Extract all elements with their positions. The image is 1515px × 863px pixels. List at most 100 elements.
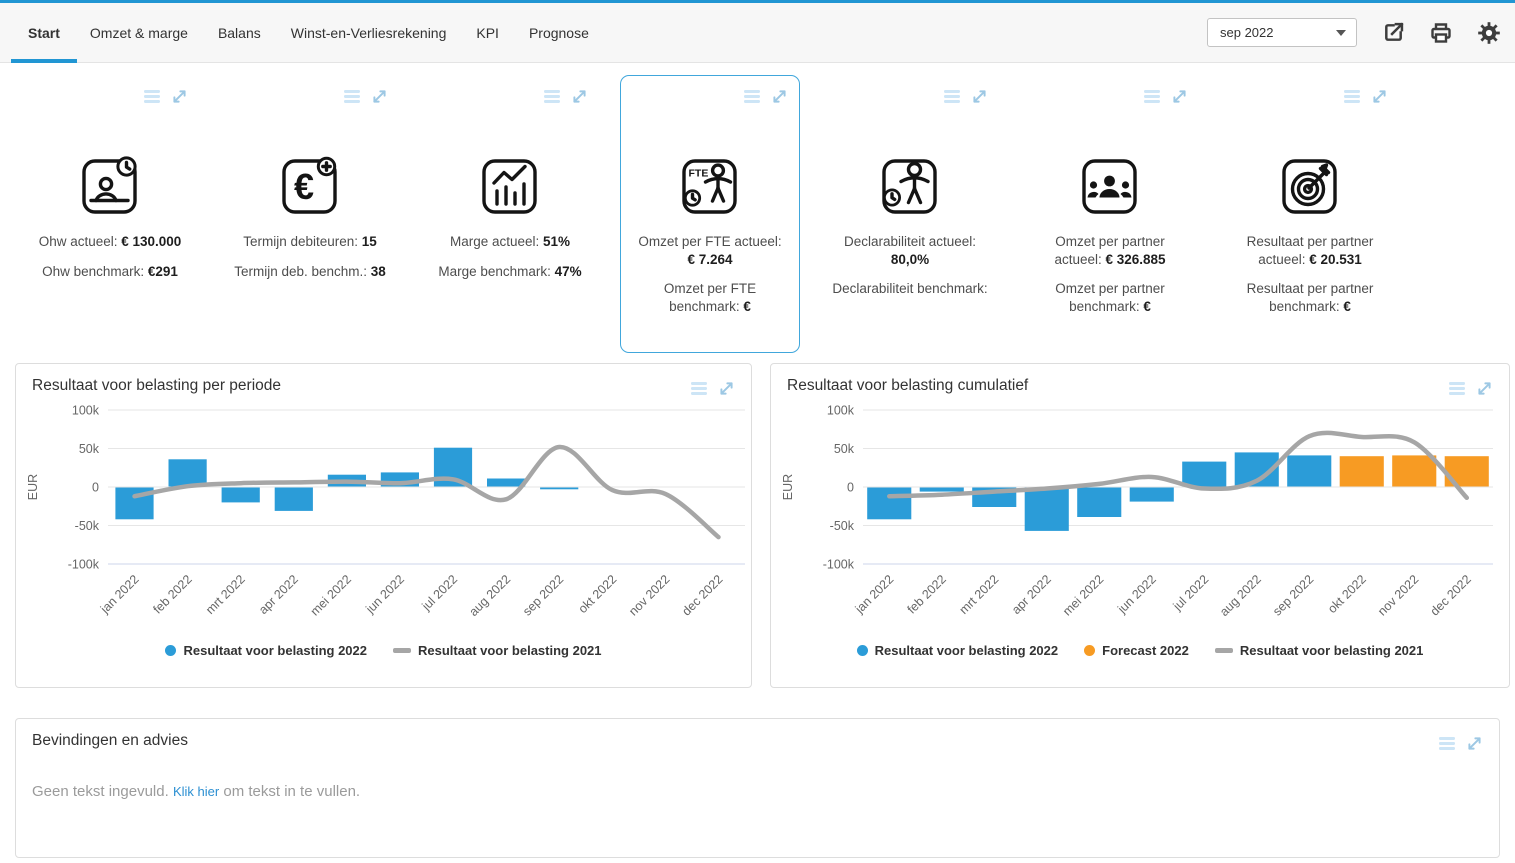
legend-dot-marker — [857, 645, 868, 656]
kpi-card-termijn-debiteuren[interactable]: € Termijn debiteuren: 15Termijn deb. ben… — [210, 75, 410, 353]
kpi-stat: Resultaat per partner actueel: € 20.531 — [1231, 233, 1389, 268]
kpi-card-marge[interactable]: Marge actueel: 51%Marge benchmark: 47% — [410, 75, 610, 353]
bar — [867, 488, 911, 520]
bar — [540, 488, 578, 490]
tab-start[interactable]: Start — [28, 3, 60, 62]
expand-icon[interactable] — [1476, 380, 1493, 402]
x-axis-label: aug 2022 — [466, 572, 513, 619]
x-axis-label: mrt 2022 — [957, 572, 1002, 617]
chart-canvas: 100k50k0-50k-100kEURjan 2022feb 2022mrt … — [779, 402, 1503, 634]
klik-hier-link[interactable]: Klik hier — [173, 784, 219, 799]
kpi-card-ohw[interactable]: Ohw actueel: € 130.000Ohw benchmark: €29… — [10, 75, 210, 353]
kpi-card-resultaat-per-partner[interactable]: Resultaat per partner actueel: € 20.531R… — [1210, 75, 1410, 353]
fte-icon: FTE — [610, 153, 810, 217]
chart-title: Resultaat voor belasting cumulatief — [787, 377, 1028, 395]
findings-empty-prefix: Geen tekst ingevuld. — [32, 783, 169, 800]
svg-text:0: 0 — [847, 481, 854, 495]
menu-icon[interactable] — [1448, 381, 1467, 401]
menu-icon[interactable] — [1143, 89, 1162, 109]
kpi-card-stats: Resultaat per partner actueel: € 20.531R… — [1231, 233, 1389, 315]
expand-icon[interactable] — [1371, 88, 1388, 110]
bar — [1077, 488, 1121, 518]
kpi-card-stats: Omzet per partner actueel: € 326.885Omze… — [1031, 233, 1189, 315]
svg-text:100k: 100k — [72, 404, 100, 418]
tab-kpi[interactable]: KPI — [476, 3, 499, 62]
findings-panel: Bevindingen en advies Geen tekst ingevul… — [15, 718, 1500, 858]
kpi-card-stats: Omzet per FTE actueel: € 7.264Omzet per … — [631, 233, 789, 315]
kpi-stat: Ohw benchmark: €291 — [19, 263, 201, 281]
x-axis-label: dec 2022 — [1428, 572, 1474, 618]
kpi-card-stats: Ohw actueel: € 130.000Ohw benchmark: €29… — [19, 233, 201, 280]
kpi-stat: Marge actueel: 51% — [419, 233, 601, 251]
bar — [275, 488, 313, 511]
legend-dot-marker — [165, 645, 176, 656]
svg-text:-50k: -50k — [75, 519, 100, 533]
kpi-stat: Omzet per FTE actueel: € 7.264 — [631, 233, 789, 268]
svg-text:-100k: -100k — [823, 558, 855, 572]
bar — [1130, 488, 1174, 502]
legend-label: Resultaat voor belasting 2021 — [1240, 643, 1424, 658]
x-axis-label: sep 2022 — [1270, 572, 1316, 618]
x-axis-label: apr 2022 — [1009, 572, 1054, 617]
partners-icon — [1010, 153, 1210, 217]
tab-balans[interactable]: Balans — [218, 3, 261, 62]
legend-item[interactable]: Resultaat voor belasting 2022 — [165, 643, 367, 658]
svg-text:100k: 100k — [827, 404, 855, 418]
chart-per-periode: 100k50k0-50k-100kEURjan 2022feb 2022mrt … — [16, 402, 751, 639]
menu-icon[interactable] — [543, 89, 562, 109]
expand-icon[interactable] — [1171, 88, 1188, 110]
declarability-icon — [810, 153, 1010, 217]
chart-cumulatief: 100k50k0-50k-100kEURjan 2022feb 2022mrt … — [771, 402, 1509, 639]
legend-label: Resultaat voor belasting 2022 — [183, 643, 367, 658]
legend-item[interactable]: Resultaat voor belasting 2021 — [1215, 643, 1424, 658]
kpi-card-row: Ohw actueel: € 130.000Ohw benchmark: €29… — [0, 75, 1515, 355]
tab-winst-en-verliesrekening[interactable]: Winst-en-Verliesrekening — [291, 3, 447, 62]
kpi-card-omzet-per-partner[interactable]: Omzet per partner actueel: € 326.885Omze… — [1010, 75, 1210, 353]
menu-icon[interactable] — [1438, 736, 1457, 756]
x-axis-label: jan 2022 — [97, 572, 142, 617]
svg-text:-50k: -50k — [830, 519, 855, 533]
tab-prognose[interactable]: Prognose — [529, 3, 589, 62]
kpi-card-stats: Declarabiliteit actueel: 80,0% Declarabil… — [831, 233, 989, 298]
chevron-down-icon — [1336, 30, 1346, 36]
settings-icon[interactable] — [1477, 21, 1501, 45]
menu-icon[interactable] — [343, 89, 362, 109]
expand-icon[interactable] — [1466, 735, 1483, 757]
expand-icon[interactable] — [371, 88, 388, 110]
findings-title: Bevindingen en advies — [32, 732, 188, 750]
bar — [1340, 456, 1384, 486]
x-axis-label: okt 2022 — [1325, 572, 1369, 616]
menu-icon[interactable] — [143, 89, 162, 109]
kpi-stat: Declarabiliteit benchmark: — [831, 280, 989, 298]
menu-icon[interactable] — [743, 89, 762, 109]
findings-empty-text: Geen tekst ingevuld. Klik hier om tekst … — [16, 757, 1499, 800]
svg-text:0: 0 — [92, 481, 99, 495]
tab-omzet-marge[interactable]: Omzet & marge — [90, 3, 188, 62]
legend-item[interactable]: Resultaat voor belasting 2022 — [857, 643, 1059, 658]
kpi-card-omzet-per-fte[interactable]: FTE Omzet per FTE actueel: € 7.264Omzet … — [610, 75, 810, 353]
kpi-stat: Declarabiliteit actueel: 80,0% — [831, 233, 989, 268]
legend-item[interactable]: Resultaat voor belasting 2021 — [393, 643, 602, 658]
expand-icon[interactable] — [171, 88, 188, 110]
expand-icon[interactable] — [571, 88, 588, 110]
expand-icon[interactable] — [971, 88, 988, 110]
menu-icon[interactable] — [943, 89, 962, 109]
chart-panel-cumulatief: Resultaat voor belasting cumulatief 100k… — [770, 363, 1510, 688]
export-icon[interactable] — [1381, 21, 1405, 45]
period-dropdown[interactable]: sep 2022 — [1207, 18, 1357, 47]
print-icon[interactable] — [1429, 21, 1453, 45]
x-axis-label: mrt 2022 — [203, 572, 248, 617]
menu-icon[interactable] — [690, 381, 709, 401]
kpi-stat: Termijn debiteuren: 15 — [219, 233, 401, 251]
legend-item[interactable]: Forecast 2022 — [1084, 643, 1189, 658]
svg-text:€: € — [294, 166, 314, 207]
x-axis-label: jun 2022 — [1114, 572, 1159, 617]
bar — [1182, 462, 1226, 487]
kpi-card-declarabiliteit[interactable]: Declarabiliteit actueel: 80,0% Declarabil… — [810, 75, 1010, 353]
x-axis-label: sep 2022 — [520, 572, 566, 618]
menu-icon[interactable] — [1343, 89, 1362, 109]
expand-icon[interactable] — [771, 88, 788, 110]
kpi-stat: Omzet per partner actueel: € 326.885 — [1031, 233, 1189, 268]
expand-icon[interactable] — [718, 380, 735, 402]
svg-text:50k: 50k — [79, 442, 100, 456]
